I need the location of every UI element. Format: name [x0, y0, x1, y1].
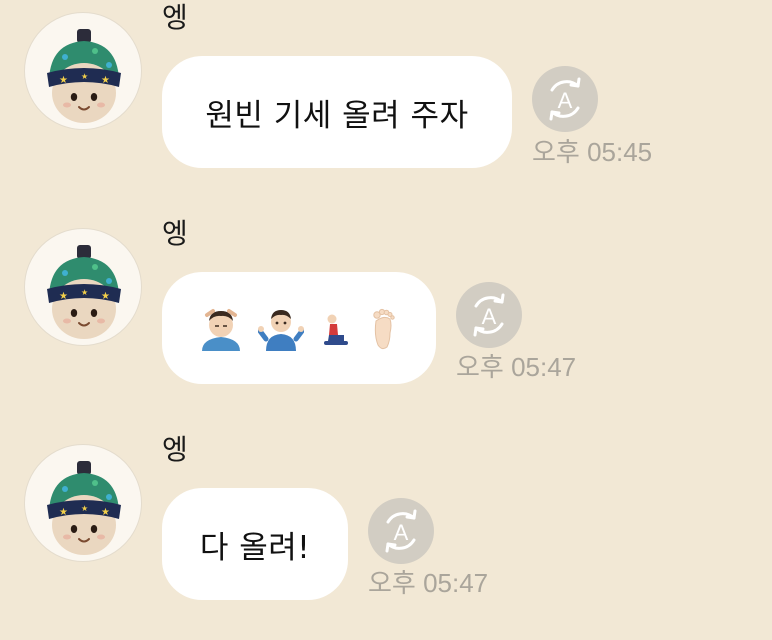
message-bubble[interactable]: 원빈 기세 올려 주자	[162, 56, 512, 168]
auto-translate-button[interactable]	[532, 66, 598, 132]
auto-translate-a-icon	[368, 498, 434, 564]
beanie-character-avatar-icon	[25, 13, 142, 130]
foot-icon	[373, 308, 395, 350]
auto-translate-button[interactable]	[368, 498, 434, 564]
message-text: 다 올려!	[199, 529, 311, 566]
message-timestamp: 오후 05:47	[368, 568, 489, 598]
sender-name: 엥	[162, 217, 188, 250]
person-kneeling-icon	[324, 314, 348, 345]
beanie-character-avatar-icon	[25, 229, 142, 346]
avatar[interactable]	[24, 444, 142, 562]
avatar[interactable]	[24, 12, 142, 130]
message-timestamp: 오후 05:47	[456, 352, 577, 382]
message-timestamp: 오후 05:45	[532, 137, 653, 167]
auto-translate-a-icon	[532, 66, 598, 132]
avatar[interactable]	[24, 228, 142, 346]
sender-name: 엥	[162, 433, 188, 466]
auto-translate-a-icon	[456, 282, 522, 348]
message-text: 원빈 기세 올려 주자	[205, 97, 469, 134]
sender-name: 엥	[162, 1, 188, 34]
message-bubble[interactable]: 다 올려!	[162, 488, 348, 600]
emoji-row	[198, 305, 400, 351]
man-shrugging-icon	[258, 310, 304, 351]
man-getting-massage-icon	[202, 309, 240, 351]
message-bubble[interactable]	[162, 272, 436, 384]
auto-translate-button[interactable]	[456, 282, 522, 348]
beanie-character-avatar-icon	[25, 445, 142, 562]
